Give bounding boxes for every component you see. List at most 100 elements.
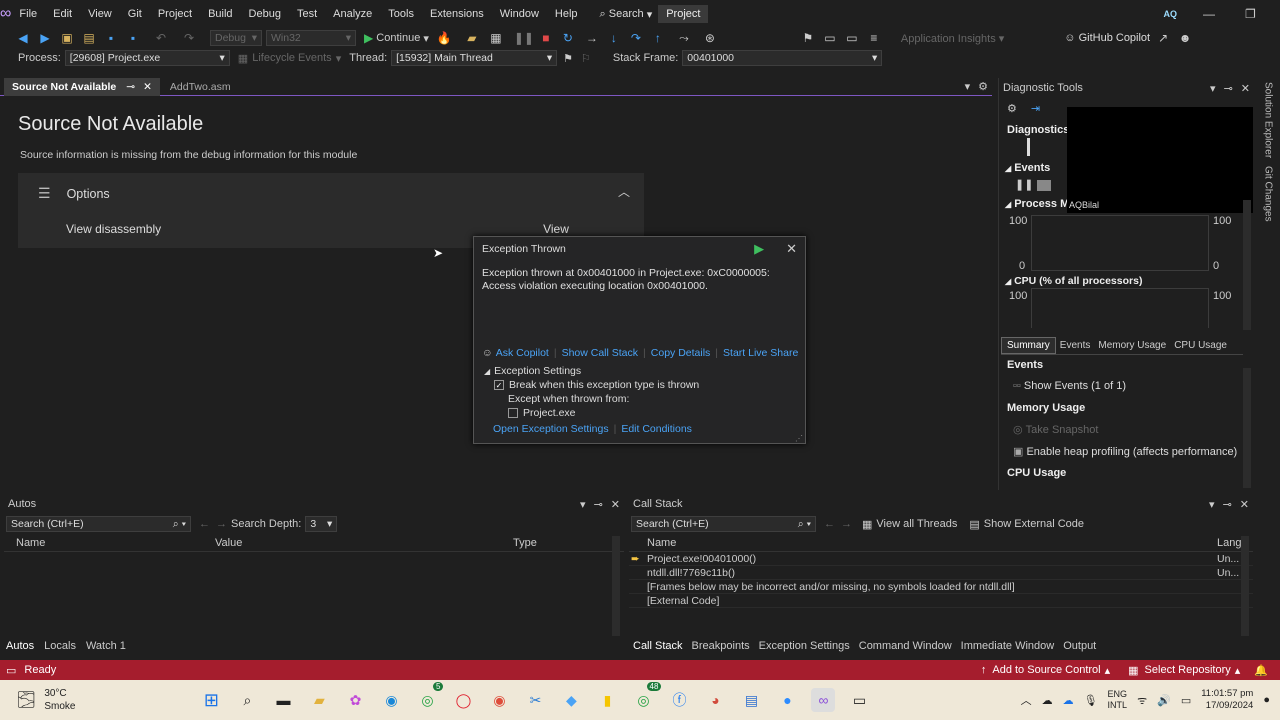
autos-search-input[interactable]: Search (Ctrl+E) ⌕ ▾ [6,516,191,532]
menu-build[interactable]: Build [200,8,240,20]
task-view-icon[interactable]: ▬ [271,688,295,712]
autos-back-icon[interactable]: ← [199,518,210,530]
menu-view[interactable]: View [80,8,120,20]
notepad-icon[interactable]: ▤ [739,688,763,712]
tab-breakpoints[interactable]: Breakpoints [692,640,750,652]
autos-scrollbar[interactable] [612,536,620,636]
cs-scrollbar[interactable] [1241,536,1249,636]
dev-icon[interactable]: ◕ [703,688,727,712]
solution-explorer-tab[interactable]: Solution Explorer [1263,82,1274,158]
menu-debug[interactable]: Debug [241,8,289,20]
pause-icon[interactable]: ❚❚ [514,31,534,45]
show-events-link[interactable]: Show Events (1 of 1) [1024,380,1126,392]
show-external-code-button[interactable]: Show External Code [984,518,1084,530]
lang-line2[interactable]: INTL [1108,700,1128,711]
show-call-stack-link[interactable]: Show Call Stack [562,347,638,359]
menu-edit[interactable]: Edit [45,8,80,20]
stop-icon[interactable]: ■ [539,31,553,45]
select-repo-button[interactable]: Select Repository [1145,664,1231,676]
tab-immediate-window[interactable]: Immediate Window [961,640,1055,652]
share-icon[interactable]: ↗ [1156,31,1170,45]
callstack-search-input[interactable]: Search (Ctrl+E) ⌕ ▾ [631,516,816,532]
open-exception-settings-link[interactable]: Open Exception Settings [493,423,609,435]
menu-window[interactable]: Window [492,8,547,20]
diag-close-icon[interactable]: ✕ [1241,82,1250,95]
config-combo[interactable]: Debug ▾ [210,30,262,46]
live-share-link[interactable]: Start Live Share ses [723,347,798,359]
menu-git[interactable]: Git [120,8,150,20]
restart-icon[interactable]: ↻ [561,31,575,45]
close-tab-icon[interactable]: ✕ [143,81,152,93]
autos-pin-icon[interactable]: ⊸ [594,498,603,511]
diag-scrollbar[interactable] [1243,200,1251,330]
menu-extensions[interactable]: Extensions [422,8,492,20]
hex-icon[interactable]: ⤳ [677,31,691,45]
bookmark-icon[interactable]: ⚑ [801,31,815,45]
minimize-icon[interactable]: — [1203,7,1215,21]
visual-studio-icon[interactable]: ∞ [811,688,836,712]
summary-scrollbar[interactable] [1243,368,1251,488]
cs-back-icon[interactable]: ← [824,518,835,530]
onedrive-icon[interactable]: ☁ [1042,694,1053,707]
ask-copilot-link[interactable]: Ask Copilot [496,347,549,359]
tab-locals[interactable]: Locals [44,640,76,652]
diag-pin-icon[interactable]: ⊸ [1224,82,1233,95]
hot-reload-icon[interactable]: 🔥 [436,31,451,45]
user-avatar[interactable]: AQ [1163,9,1177,19]
terminal-icon[interactable]: ▭ [847,688,871,712]
new-project-icon[interactable]: ▣ [60,31,74,45]
stack-frame-combo[interactable]: 00401000 ▾ [682,50,883,66]
snipping-icon[interactable]: ✂ [523,688,547,712]
close-dialog-icon[interactable]: ✕ [786,241,797,257]
whatsapp-icon[interactable]: ◎ 5 [415,682,444,712]
file-explorer-icon[interactable]: ▰ [307,688,331,712]
diag-tab-summary[interactable]: Summary [1001,337,1056,354]
autos-forward-icon[interactable]: → [216,518,227,530]
callstack-row[interactable]: [External Code] [629,594,1253,608]
diag-dropdown-icon[interactable]: ▾ [1210,82,1216,95]
opera-icon[interactable]: ◯ [451,688,475,712]
tab-command-window[interactable]: Command Window [859,640,952,652]
break-when-checkbox[interactable]: ✓ [494,380,504,390]
search-menu[interactable]: ⌕ Search ▾ [600,8,653,21]
forward-icon[interactable]: ▶ [38,31,52,45]
edit-conditions-link[interactable]: Edit Conditions [621,423,692,435]
copilot-button[interactable]: ☺ GitHub Copilot [1064,32,1150,44]
callstack-row[interactable]: ntdll.dll!7769c11b() Un... [629,566,1253,580]
diag-tab-cpu[interactable]: CPU Usage [1170,338,1231,353]
onedrive-blue-icon[interactable]: ☁ [1063,694,1074,707]
cs-close-icon[interactable]: ✕ [1240,498,1249,511]
clock-time[interactable]: 11:01:57 pm [1201,688,1253,700]
sticky-icon[interactable]: ▮ [595,688,619,712]
tray-chevron-icon[interactable]: ︿ [1021,692,1032,708]
collapse-chevron-icon[interactable]: ︿ [618,183,630,200]
continue-button[interactable]: ▶ Continue ▾ [364,31,429,45]
menu-file[interactable]: File [11,8,45,20]
mic-icon[interactable]: 🎙 [1084,694,1098,707]
cs-forward-icon[interactable]: → [841,518,852,530]
take-snapshot-button[interactable]: Take Snapshot [1026,424,1099,436]
callstack-row[interactable]: ➨ Project.exe!00401000() Un... [629,552,1253,566]
menu-help[interactable]: Help [547,8,586,20]
uncomment-icon[interactable]: ▭ [845,31,859,45]
redo-icon[interactable]: ↷ [182,31,196,45]
tab-call-stack[interactable]: Call Stack [633,640,683,652]
wifi-icon[interactable]: ᯤ [1137,693,1147,708]
tab-settings-icon[interactable]: ⚙ [978,80,988,93]
expand-triangle-icon[interactable]: ◢ [484,367,490,376]
git-changes-tab[interactable]: Git Changes [1263,166,1274,222]
resize-grip-icon[interactable]: ⋰ [795,434,803,443]
diag-export-icon[interactable]: ⇥ [1031,102,1040,115]
cs-dropdown-icon[interactable]: ▾ [1209,498,1215,511]
tab-autos[interactable]: Autos [6,640,34,652]
tab-watch1[interactable]: Watch 1 [86,640,126,652]
events-expand-icon[interactable]: ◢ [1005,164,1011,173]
platform-combo[interactable]: Win32 ▾ [266,30,356,46]
zoom-icon[interactable]: ● [775,688,799,712]
folder-icon[interactable]: ▰ [465,31,479,45]
menu-test[interactable]: Test [289,8,325,20]
step-into-icon[interactable]: ↓ [607,31,621,45]
lifecycle-events[interactable]: Lifecycle Events [252,52,331,64]
tab-dropdown-icon[interactable]: ▾ [965,80,971,93]
notifications-icon[interactable]: 🔔 [1254,664,1268,677]
